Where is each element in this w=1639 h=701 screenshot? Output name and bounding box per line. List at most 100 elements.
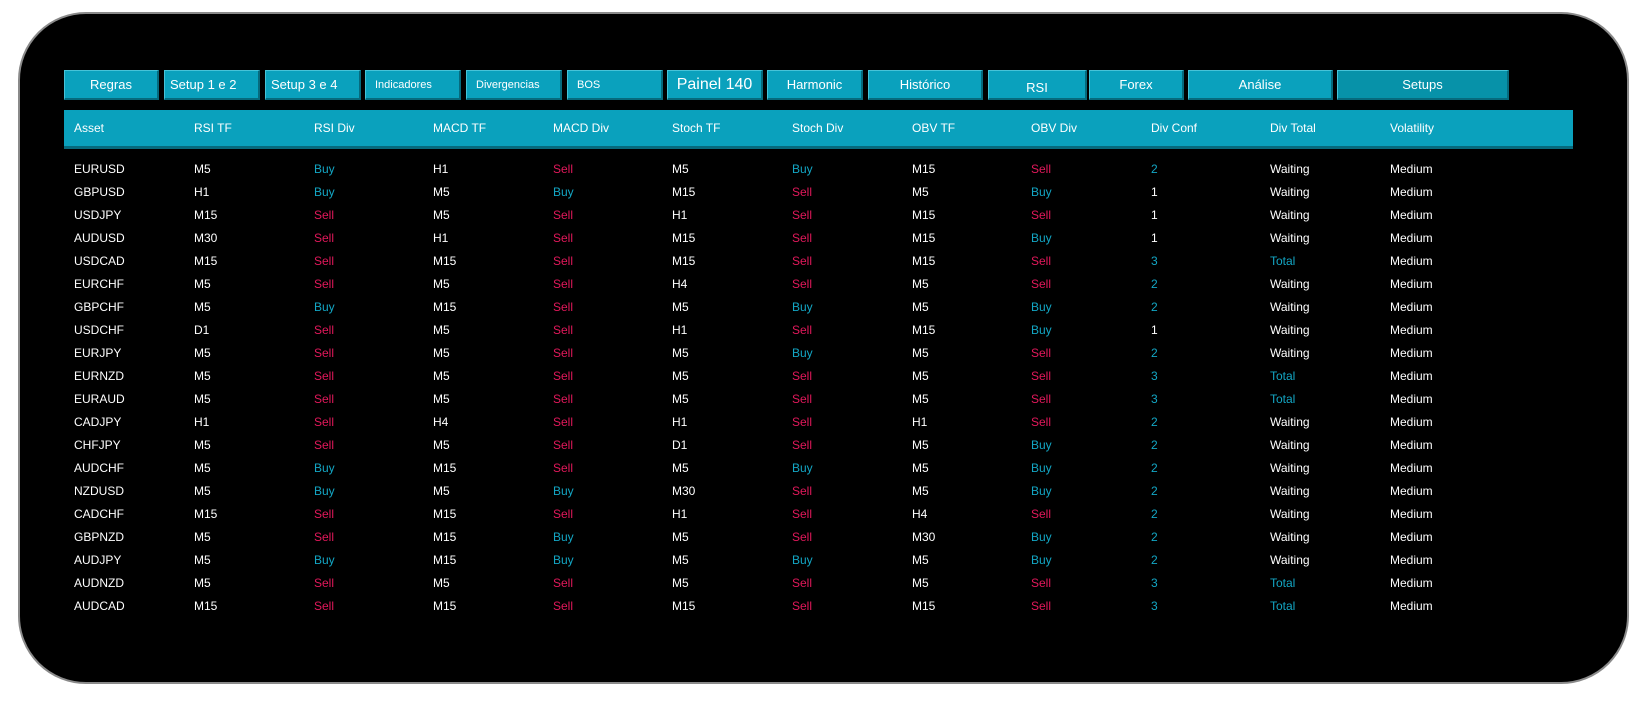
cell-macd-tf: H1 bbox=[433, 231, 449, 245]
cell-asset: AUDCAD bbox=[74, 599, 125, 613]
cell-volatility: Medium bbox=[1390, 415, 1433, 429]
cell-stoch-tf: M5 bbox=[672, 392, 689, 406]
cell-macd-tf: M15 bbox=[433, 553, 457, 567]
cell-obv-tf: M5 bbox=[912, 185, 929, 199]
cell-rsi-div: Sell bbox=[314, 369, 335, 383]
cell-stoch-tf: H1 bbox=[672, 208, 688, 222]
cell-macd-tf: M15 bbox=[433, 599, 457, 613]
cell-stoch-tf: H1 bbox=[672, 507, 688, 521]
cell-obv-tf: M30 bbox=[912, 530, 936, 544]
tab-indicadores[interactable]: Indicadores bbox=[365, 70, 461, 100]
cell-rsi-tf: M5 bbox=[194, 277, 211, 291]
tab-painel-140[interactable]: Painel 140 bbox=[667, 70, 763, 100]
cell-asset: GBPUSD bbox=[74, 185, 125, 199]
cell-stoch-div: Sell bbox=[792, 208, 813, 222]
cell-obv-div: Buy bbox=[1031, 461, 1052, 475]
tab-label: Análise bbox=[1238, 77, 1282, 92]
cell-stoch-div: Buy bbox=[792, 553, 813, 567]
tab-analise[interactable]: Análise bbox=[1188, 70, 1333, 100]
cell-div-total: Waiting bbox=[1270, 346, 1310, 360]
table-row: GBPNZD M5 Sell M15 Buy M5 Sell M30 Buy 2 Waiting Me… bbox=[64, 526, 1573, 549]
cell-macd-div: Sell bbox=[553, 300, 574, 314]
cell-obv-div: Sell bbox=[1031, 162, 1052, 176]
cell-stoch-tf: D1 bbox=[672, 438, 688, 452]
cell-macd-tf: M5 bbox=[433, 185, 450, 199]
cell-div-total: Waiting bbox=[1270, 277, 1310, 291]
cell-macd-div: Sell bbox=[553, 208, 574, 222]
cell-div-conf: 1 bbox=[1151, 208, 1158, 222]
header-rsi-div: RSI Div bbox=[314, 121, 355, 135]
cell-obv-div: Buy bbox=[1031, 530, 1052, 544]
tab-setups[interactable]: Setups bbox=[1337, 70, 1509, 100]
cell-div-total: Waiting bbox=[1270, 208, 1310, 222]
cell-asset: USDCAD bbox=[74, 254, 125, 268]
cell-stoch-div: Sell bbox=[792, 599, 813, 613]
cell-stoch-div: Sell bbox=[792, 438, 813, 452]
cell-macd-tf: M5 bbox=[433, 392, 450, 406]
table-row: USDJPY M15 Sell M5 Sell H1 Sell M15 Sell 1 Waiting… bbox=[64, 204, 1573, 227]
cell-obv-div: Buy bbox=[1031, 438, 1052, 452]
table-row: NZDUSD M5 Buy M5 Buy M30 Sell M5 Buy 2 Waiting Medi… bbox=[64, 480, 1573, 503]
cell-obv-tf: M5 bbox=[912, 461, 929, 475]
cell-macd-tf: M5 bbox=[433, 484, 450, 498]
tab-rsi[interactable]: RSI bbox=[988, 70, 1087, 100]
header-stoch-div: Stoch Div bbox=[792, 121, 844, 135]
cell-asset: AUDJPY bbox=[74, 553, 122, 567]
cell-obv-div: Sell bbox=[1031, 599, 1052, 613]
tab-forex[interactable]: Forex bbox=[1089, 70, 1184, 100]
cell-stoch-div: Sell bbox=[792, 507, 813, 521]
cell-div-conf: 2 bbox=[1151, 162, 1158, 176]
cell-rsi-tf: M15 bbox=[194, 208, 218, 222]
cell-stoch-tf: M15 bbox=[672, 185, 696, 199]
cell-rsi-tf: M5 bbox=[194, 438, 211, 452]
cell-rsi-tf: M5 bbox=[194, 369, 211, 383]
cell-macd-div: Sell bbox=[553, 507, 574, 521]
tab-bos[interactable]: BOS bbox=[567, 70, 663, 100]
cell-obv-div: Sell bbox=[1031, 576, 1052, 590]
cell-volatility: Medium bbox=[1390, 208, 1433, 222]
cell-obv-tf: M5 bbox=[912, 576, 929, 590]
cell-div-total: Waiting bbox=[1270, 323, 1310, 337]
cell-div-total: Waiting bbox=[1270, 507, 1310, 521]
cell-div-total: Total bbox=[1270, 369, 1296, 383]
cell-volatility: Medium bbox=[1390, 185, 1433, 199]
cell-volatility: Medium bbox=[1390, 438, 1433, 452]
cell-rsi-tf: M5 bbox=[194, 300, 211, 314]
cell-macd-tf: M5 bbox=[433, 369, 450, 383]
cell-stoch-div: Sell bbox=[792, 323, 813, 337]
header-obv-div: OBV Div bbox=[1031, 121, 1078, 135]
cell-asset: AUDUSD bbox=[74, 231, 125, 245]
tab-setup-3-e-4[interactable]: Setup 3 e 4 bbox=[265, 70, 361, 100]
cell-rsi-tf: D1 bbox=[194, 323, 210, 337]
header-macd-tf: MACD TF bbox=[433, 121, 487, 135]
cell-volatility: Medium bbox=[1390, 369, 1433, 383]
tab-setup-1-e-2[interactable]: Setup 1 e 2 bbox=[164, 70, 260, 100]
cell-macd-tf: M15 bbox=[433, 461, 457, 475]
cell-asset: EURUSD bbox=[74, 162, 125, 176]
header-div-total: Div Total bbox=[1270, 121, 1316, 135]
cell-obv-div: Sell bbox=[1031, 346, 1052, 360]
cell-macd-div: Sell bbox=[553, 369, 574, 383]
header-div-conf: Div Conf bbox=[1151, 121, 1198, 135]
tab-divergencias[interactable]: Divergencias bbox=[466, 70, 562, 100]
tab-harmonic[interactable]: Harmonic bbox=[767, 70, 863, 100]
tab-label: Painel 140 bbox=[676, 75, 753, 93]
cell-stoch-tf: M5 bbox=[672, 553, 689, 567]
cell-rsi-div: Buy bbox=[314, 162, 335, 176]
tab-historico[interactable]: Histórico bbox=[868, 70, 983, 100]
tab-regras[interactable]: Regras bbox=[64, 70, 159, 100]
table-row: CHFJPY M5 Sell M5 Sell D1 Sell M5 Buy 2 Waiting Med… bbox=[64, 434, 1573, 457]
cell-obv-div: Buy bbox=[1031, 231, 1052, 245]
cell-volatility: Medium bbox=[1390, 576, 1433, 590]
cell-macd-div: Sell bbox=[553, 392, 574, 406]
header-macd-div: MACD Div bbox=[553, 121, 609, 135]
cell-macd-div: Buy bbox=[553, 553, 574, 567]
table-row: GBPUSD H1 Buy M5 Buy M15 Sell M5 Buy 1 Waiting Medi… bbox=[64, 181, 1573, 204]
cell-rsi-div: Sell bbox=[314, 415, 335, 429]
cell-rsi-tf: M15 bbox=[194, 507, 218, 521]
cell-obv-tf: M5 bbox=[912, 392, 929, 406]
header-stoch-tf: Stoch TF bbox=[672, 121, 721, 135]
cell-asset: GBPNZD bbox=[74, 530, 125, 544]
cell-rsi-tf: M15 bbox=[194, 254, 218, 268]
table-row: EURCHF M5 Sell M5 Sell H4 Sell M5 Sell 2 Waiting Me… bbox=[64, 273, 1573, 296]
